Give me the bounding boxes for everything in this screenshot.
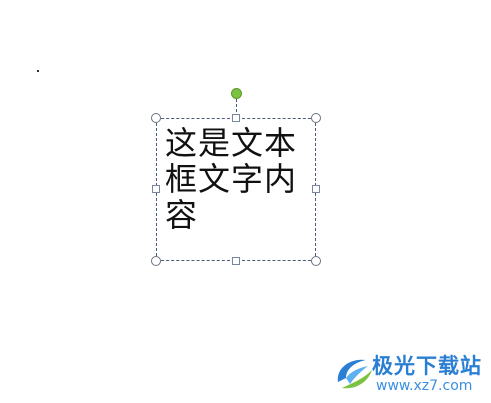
resize-handle-bottom[interactable]	[232, 257, 240, 265]
resize-handle-right[interactable]	[312, 185, 320, 193]
resize-handle-top-right[interactable]	[311, 113, 321, 123]
text-box[interactable]: 这是文本框文字内容	[156, 118, 316, 261]
text-box-content[interactable]: 这是文本框文字内容	[165, 125, 315, 233]
watermark-url: www.xz7.com	[376, 378, 473, 394]
rotate-handle[interactable]	[231, 88, 242, 99]
resize-handle-bottom-right[interactable]	[311, 256, 321, 266]
document-canvas[interactable]: 这是文本框文字内容 极光下载站 www.xz7.com	[0, 0, 491, 403]
resize-handle-top[interactable]	[232, 114, 240, 122]
stray-dot	[37, 70, 39, 72]
watermark-site-name: 极光下载站	[372, 354, 482, 378]
resize-handle-bottom-left[interactable]	[151, 256, 161, 266]
watermark: 极光下载站 www.xz7.com	[332, 348, 488, 398]
resize-handle-left[interactable]	[152, 185, 160, 193]
aurora-swirl-icon	[332, 348, 376, 394]
resize-handle-top-left[interactable]	[151, 113, 161, 123]
